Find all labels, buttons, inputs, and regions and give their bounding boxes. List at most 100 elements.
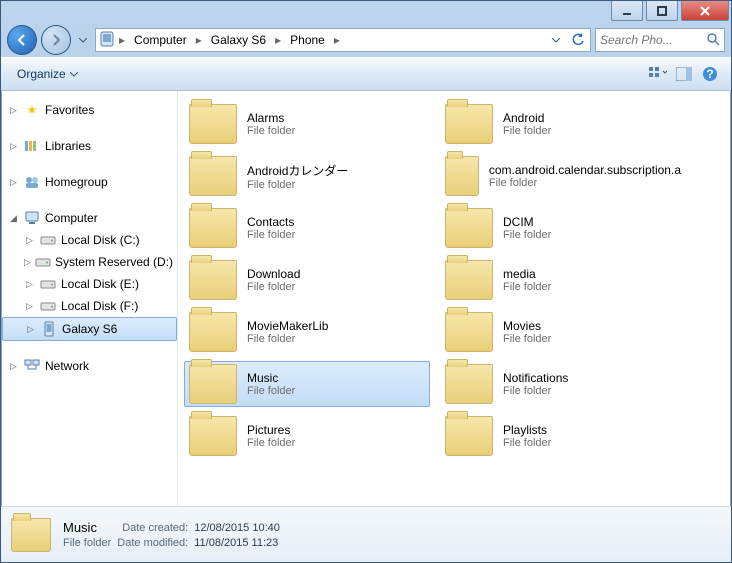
collapse-icon[interactable]: ◢ — [8, 213, 19, 224]
folder-name: Alarms — [247, 111, 295, 125]
breadcrumb-separator[interactable]: ▸ — [118, 33, 126, 47]
chevron-down-icon — [79, 38, 87, 43]
address-bar[interactable]: ▸ Computer ▸ Galaxy S6 ▸ Phone ▸ — [95, 28, 591, 52]
folder-icon — [445, 156, 479, 196]
folder-item-com-android-calendar-subscription-a[interactable]: com.android.calendar.subscription.aFile … — [440, 153, 686, 199]
recent-locations-button[interactable] — [75, 31, 91, 49]
folder-type: File folder — [503, 333, 551, 345]
address-dropdown-button[interactable] — [546, 30, 566, 50]
expand-icon[interactable]: ▷ — [8, 141, 19, 152]
nav-homegroup[interactable]: ▷ Homegroup — [2, 171, 177, 193]
folder-meta: DCIMFile folder — [503, 215, 551, 241]
details-type: File folder — [63, 537, 111, 549]
libraries-icon — [23, 137, 41, 155]
arrow-right-icon — [49, 33, 63, 47]
folder-item-movies[interactable]: MoviesFile folder — [440, 309, 686, 355]
expand-icon[interactable]: ▷ — [24, 279, 35, 290]
folder-type: File folder — [489, 177, 681, 189]
breadcrumb-separator[interactable]: ▸ — [333, 33, 341, 47]
folder-meta: DownloadFile folder — [247, 267, 300, 293]
folder-meta: PlaylistsFile folder — [503, 423, 551, 449]
folder-name: Androidカレンダー — [247, 162, 348, 179]
folder-meta: AndroidカレンダーFile folder — [247, 162, 348, 191]
nav-libraries[interactable]: ▷ Libraries — [2, 135, 177, 157]
disk-icon — [35, 253, 51, 271]
expand-icon[interactable]: ▷ — [25, 324, 36, 335]
expand-icon[interactable]: ▷ — [8, 105, 19, 116]
folder-item-android[interactable]: AndroidFile folder — [440, 101, 686, 147]
nav-network[interactable]: ▷ Network — [2, 355, 177, 377]
nav-item-local-disk-e-[interactable]: ▷Local Disk (E:) — [2, 273, 177, 295]
folder-item-music[interactable]: MusicFile folder — [184, 361, 430, 407]
help-button[interactable]: ? — [697, 62, 723, 86]
folder-item-contacts[interactable]: ContactsFile folder — [184, 205, 430, 251]
breadcrumb-separator[interactable]: ▸ — [195, 33, 203, 47]
nav-group-network: ▷ Network — [2, 355, 177, 377]
expand-icon[interactable]: ▷ — [24, 301, 35, 312]
breadcrumb-galaxy-s6[interactable]: Galaxy S6 — [205, 31, 272, 49]
details-name: Music — [63, 520, 111, 535]
expand-icon[interactable]: ▷ — [8, 361, 19, 372]
folder-icon — [445, 364, 493, 404]
search-box[interactable] — [595, 28, 725, 52]
folder-item-dcim[interactable]: DCIMFile folder — [440, 205, 686, 251]
folder-item-alarms[interactable]: AlarmsFile folder — [184, 101, 430, 147]
folder-type: File folder — [247, 385, 295, 397]
search-input[interactable] — [600, 33, 703, 47]
titlebar — [1, 1, 731, 23]
svg-text:?: ? — [706, 67, 713, 81]
chevron-down-icon — [70, 72, 78, 77]
folder-icon — [189, 312, 237, 352]
file-list[interactable]: AlarmsFile folderAndroidFile folderAndro… — [178, 91, 730, 506]
nav-group-libraries: ▷ Libraries — [2, 135, 177, 157]
command-bar: Organize ? — [1, 57, 731, 91]
preview-pane-button[interactable] — [671, 62, 697, 86]
back-button[interactable] — [7, 25, 37, 55]
expand-icon[interactable]: ▷ — [8, 177, 19, 188]
view-options-button[interactable] — [645, 62, 671, 86]
folder-name: Music — [247, 371, 295, 385]
computer-icon — [23, 209, 41, 227]
organize-label: Organize — [17, 67, 66, 81]
window-controls — [611, 1, 729, 21]
folder-icon — [189, 260, 237, 300]
folder-item-download[interactable]: DownloadFile folder — [184, 257, 430, 303]
organize-menu-button[interactable]: Organize — [9, 64, 86, 84]
folder-icon — [11, 518, 51, 552]
folder-type: File folder — [247, 179, 348, 191]
close-button[interactable] — [681, 1, 729, 21]
folder-item-notifications[interactable]: NotificationsFile folder — [440, 361, 686, 407]
folder-item-pictures[interactable]: PicturesFile folder — [184, 413, 430, 459]
expand-icon[interactable]: ▷ — [24, 235, 35, 246]
nav-item-system-reserved-d-[interactable]: ▷System Reserved (D:) — [2, 251, 177, 273]
folder-type: File folder — [247, 281, 300, 293]
expand-icon[interactable]: ▷ — [24, 257, 31, 268]
nav-group-favorites: ▷ ★ Favorites — [2, 99, 177, 121]
folder-item-android-[interactable]: AndroidカレンダーFile folder — [184, 153, 430, 199]
nav-item-local-disk-f-[interactable]: ▷Local Disk (F:) — [2, 295, 177, 317]
minimize-button[interactable] — [611, 1, 643, 21]
nav-item-galaxy-s6[interactable]: ▷Galaxy S6 — [2, 317, 177, 341]
nav-label: Favorites — [45, 103, 94, 117]
breadcrumb-phone[interactable]: Phone — [284, 31, 331, 49]
folder-type: File folder — [503, 385, 568, 397]
network-icon — [23, 357, 41, 375]
breadcrumb-separator[interactable]: ▸ — [274, 33, 282, 47]
nav-computer[interactable]: ◢ Computer — [2, 207, 177, 229]
refresh-button[interactable] — [568, 30, 588, 50]
chevron-down-icon — [552, 38, 560, 43]
folder-item-media[interactable]: mediaFile folder — [440, 257, 686, 303]
nav-item-local-disk-c-[interactable]: ▷ Local Disk (C:) — [2, 229, 177, 251]
folder-item-moviemakerlib[interactable]: MovieMakerLibFile folder — [184, 309, 430, 355]
folder-type: File folder — [503, 281, 551, 293]
nav-label: Local Disk (C:) — [61, 233, 140, 247]
folder-icon — [189, 104, 237, 144]
help-icon: ? — [702, 66, 718, 82]
forward-button[interactable] — [41, 25, 71, 55]
folder-type: File folder — [503, 125, 551, 137]
nav-favorites[interactable]: ▷ ★ Favorites — [2, 99, 177, 121]
breadcrumb-computer[interactable]: Computer — [128, 31, 193, 49]
folder-item-playlists[interactable]: PlaylistsFile folder — [440, 413, 686, 459]
maximize-button[interactable] — [646, 1, 678, 21]
nav-group-computer: ◢ Computer ▷ Local Disk (C:) ▷System Reser… — [2, 207, 177, 341]
